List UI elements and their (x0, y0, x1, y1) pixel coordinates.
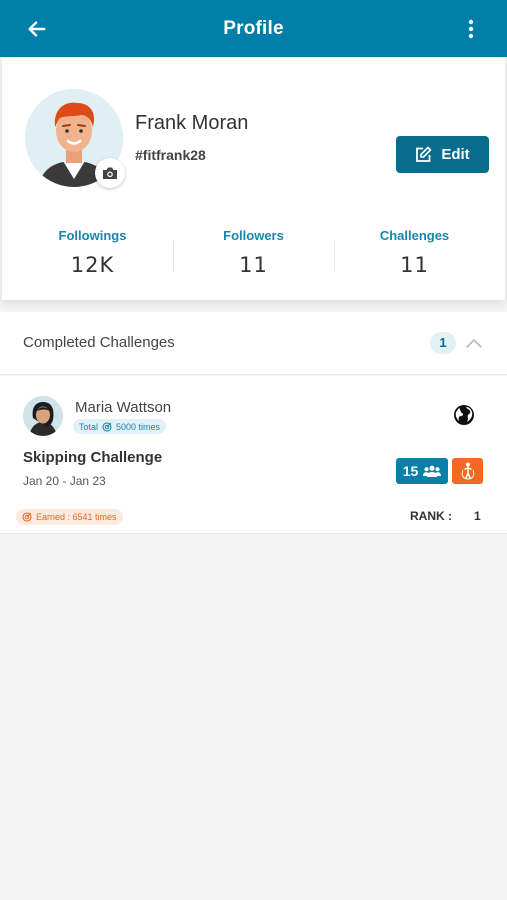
profile-card: Frank Moran #fitfrank28 Edit Followings … (2, 58, 505, 300)
change-photo-button[interactable] (95, 158, 125, 188)
earned-badge: Earned : 6541 times (16, 509, 123, 525)
more-vertical-icon (468, 19, 474, 39)
profile-stats: Followings 12K Followers 11 Challenges 1… (12, 228, 495, 278)
user-photo (23, 396, 63, 436)
app-header: Profile (0, 0, 507, 57)
page-title: Profile (223, 17, 284, 39)
challenge-card[interactable]: Maria Wattson Total 5000 times Skipping … (0, 376, 507, 534)
challenge-title: Skipping Challenge (23, 449, 163, 466)
total-value: 5000 times (116, 421, 161, 432)
earned-text: Earned : 6541 times (36, 512, 117, 522)
participants-badge[interactable]: 15 (396, 458, 448, 484)
edit-profile-button[interactable]: Edit (396, 136, 489, 173)
chevron-up-icon (466, 339, 482, 348)
target-icon (22, 512, 32, 522)
count-badge: 1 (430, 332, 456, 354)
stat-label: Followings (58, 228, 127, 243)
total-label: Total (79, 421, 99, 432)
globe-icon (454, 405, 474, 425)
target-icon (102, 421, 112, 432)
group-icon (423, 465, 442, 477)
back-button[interactable] (22, 14, 52, 44)
stat-value: 11 (239, 253, 268, 277)
edit-icon (416, 146, 432, 162)
activity-type-badge (452, 458, 483, 484)
completed-challenges-header[interactable]: Completed Challenges 1 (0, 312, 507, 375)
stat-followings[interactable]: Followings 12K (12, 228, 173, 278)
camera-icon (103, 167, 117, 179)
stat-label: Challenges (379, 228, 450, 243)
collapse-toggle[interactable] (462, 331, 486, 355)
avatar-container (25, 89, 125, 188)
user-name: Frank Moran (135, 112, 249, 134)
arrow-left-icon (28, 21, 46, 37)
stat-value: 11 (400, 253, 429, 277)
challenge-dates: Jan 20 - Jan 23 (23, 474, 106, 488)
user-handle: #fitfrank28 (135, 147, 206, 163)
stat-value: 12K (70, 253, 115, 277)
stat-challenges[interactable]: Challenges 11 (334, 228, 495, 278)
stat-followers[interactable]: Followers 11 (173, 228, 334, 278)
challenge-user-name: Maria Wattson (75, 399, 172, 416)
participants-count: 15 (402, 463, 419, 479)
edit-button-label: Edit (441, 146, 470, 163)
total-badge: Total 5000 times (73, 419, 167, 434)
more-menu-button[interactable] (459, 14, 483, 44)
section-title: Completed Challenges (23, 334, 175, 351)
stat-label: Followers (223, 228, 284, 243)
rank-value: 1 (474, 509, 481, 523)
rank-label: RANK : (410, 509, 452, 523)
skipping-icon (461, 462, 474, 480)
avatar (23, 396, 63, 436)
rank: RANK : 1 (410, 509, 481, 523)
